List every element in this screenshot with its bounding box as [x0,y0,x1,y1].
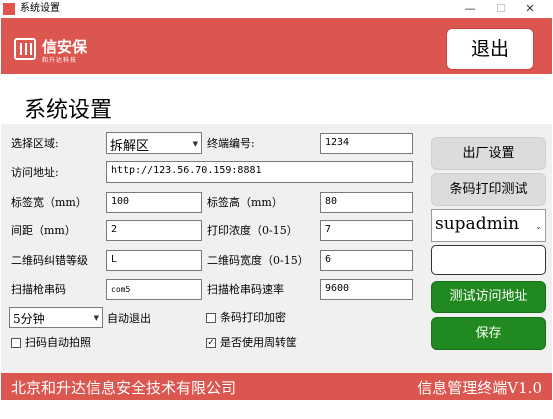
close-window-button[interactable]: ✕ [507,0,553,18]
barcode-print-test-button[interactable]: 条码打印测试 [431,173,546,206]
scan-autophoto-label: 扫码自动拍照 [25,336,91,349]
exit-button[interactable]: 退出 [446,28,534,70]
chevron-down-icon: ▼ [93,314,99,322]
label-width-label: 标签宽（mm） [11,196,87,209]
gap-label: 间距（mm） [11,224,76,237]
scanner-baud-input[interactable]: 9600 [320,279,413,300]
qr-width-input[interactable]: 6 [320,250,413,271]
chevron-down-icon: ⌄ [535,222,542,231]
qr-width-label: 二维码宽度（0-15） [207,254,309,267]
turnover-label: 是否使用周转筐 [220,336,297,349]
auto-exit-select[interactable]: 5分钟 ▼ [9,307,103,328]
qr-ecc-input[interactable]: L [106,250,202,271]
region-label: 选择区域: [11,137,59,150]
app-footer: 北京和升达信息安全技术有限公司 信息管理终端V1.0 [1,373,552,400]
save-button[interactable]: 保存 [431,317,546,350]
scanner-port-label: 扫描枪串码 [11,283,66,296]
label-width-input[interactable]: 100 [106,192,202,213]
auto-exit-value: 5分钟 [13,312,45,326]
barcode-encrypt-checkbox[interactable] [206,313,216,323]
user-select[interactable]: supadmin ⌄ [431,209,546,242]
scanner-port-input[interactable]: com5 [106,279,202,300]
brand-subtitle: 和升达科技 [42,57,78,64]
terminal-no-label: 终端编号: [207,137,255,150]
terminal-no-input[interactable]: 1234 [320,133,413,154]
print-density-input[interactable]: 7 [320,220,413,241]
terminal-version: 信息管理终端V1.0 [417,379,542,397]
company-name: 北京和升达信息安全技术有限公司 [11,379,237,397]
region-select[interactable]: 拆解区 ▼ [106,132,202,154]
brand-name: 信安保 [42,38,88,56]
turnover-checkbox[interactable]: ✓ [206,338,216,348]
logo-mark-icon [14,38,36,60]
user-value: supadmin [435,214,520,234]
scanner-baud-label: 扫描枪串码速率 [207,283,284,296]
auto-exit-label: 自动退出 [107,312,151,325]
label-height-label: 标签高（mm） [207,196,283,209]
region-value: 拆解区 [110,139,150,154]
scan-autophoto-checkbox[interactable] [11,338,21,348]
label-height-input[interactable]: 80 [320,192,413,213]
print-density-label: 打印浓度（0-15） [207,224,298,237]
gap-input[interactable]: 2 [106,220,202,241]
app-icon [3,3,15,15]
test-url-button[interactable]: 测试访问地址 [431,281,546,313]
barcode-encrypt-label: 条码打印加密 [220,311,286,324]
page-title: 系统设置 [24,98,113,123]
url-input[interactable]: http://123.56.70.159:8881 [106,161,413,183]
window-title: 系统设置 [20,3,60,14]
url-label: 访问地址: [11,166,59,179]
checkmark-icon: ✓ [207,338,215,348]
password-input[interactable] [431,245,546,275]
qr-ecc-label: 二维码纠错等级 [11,254,88,267]
factory-reset-button[interactable]: 出厂设置 [431,137,546,170]
chevron-down-icon: ▼ [192,140,198,148]
window-title-bar: 系统设置 — ☐ ✕ [0,0,553,18]
